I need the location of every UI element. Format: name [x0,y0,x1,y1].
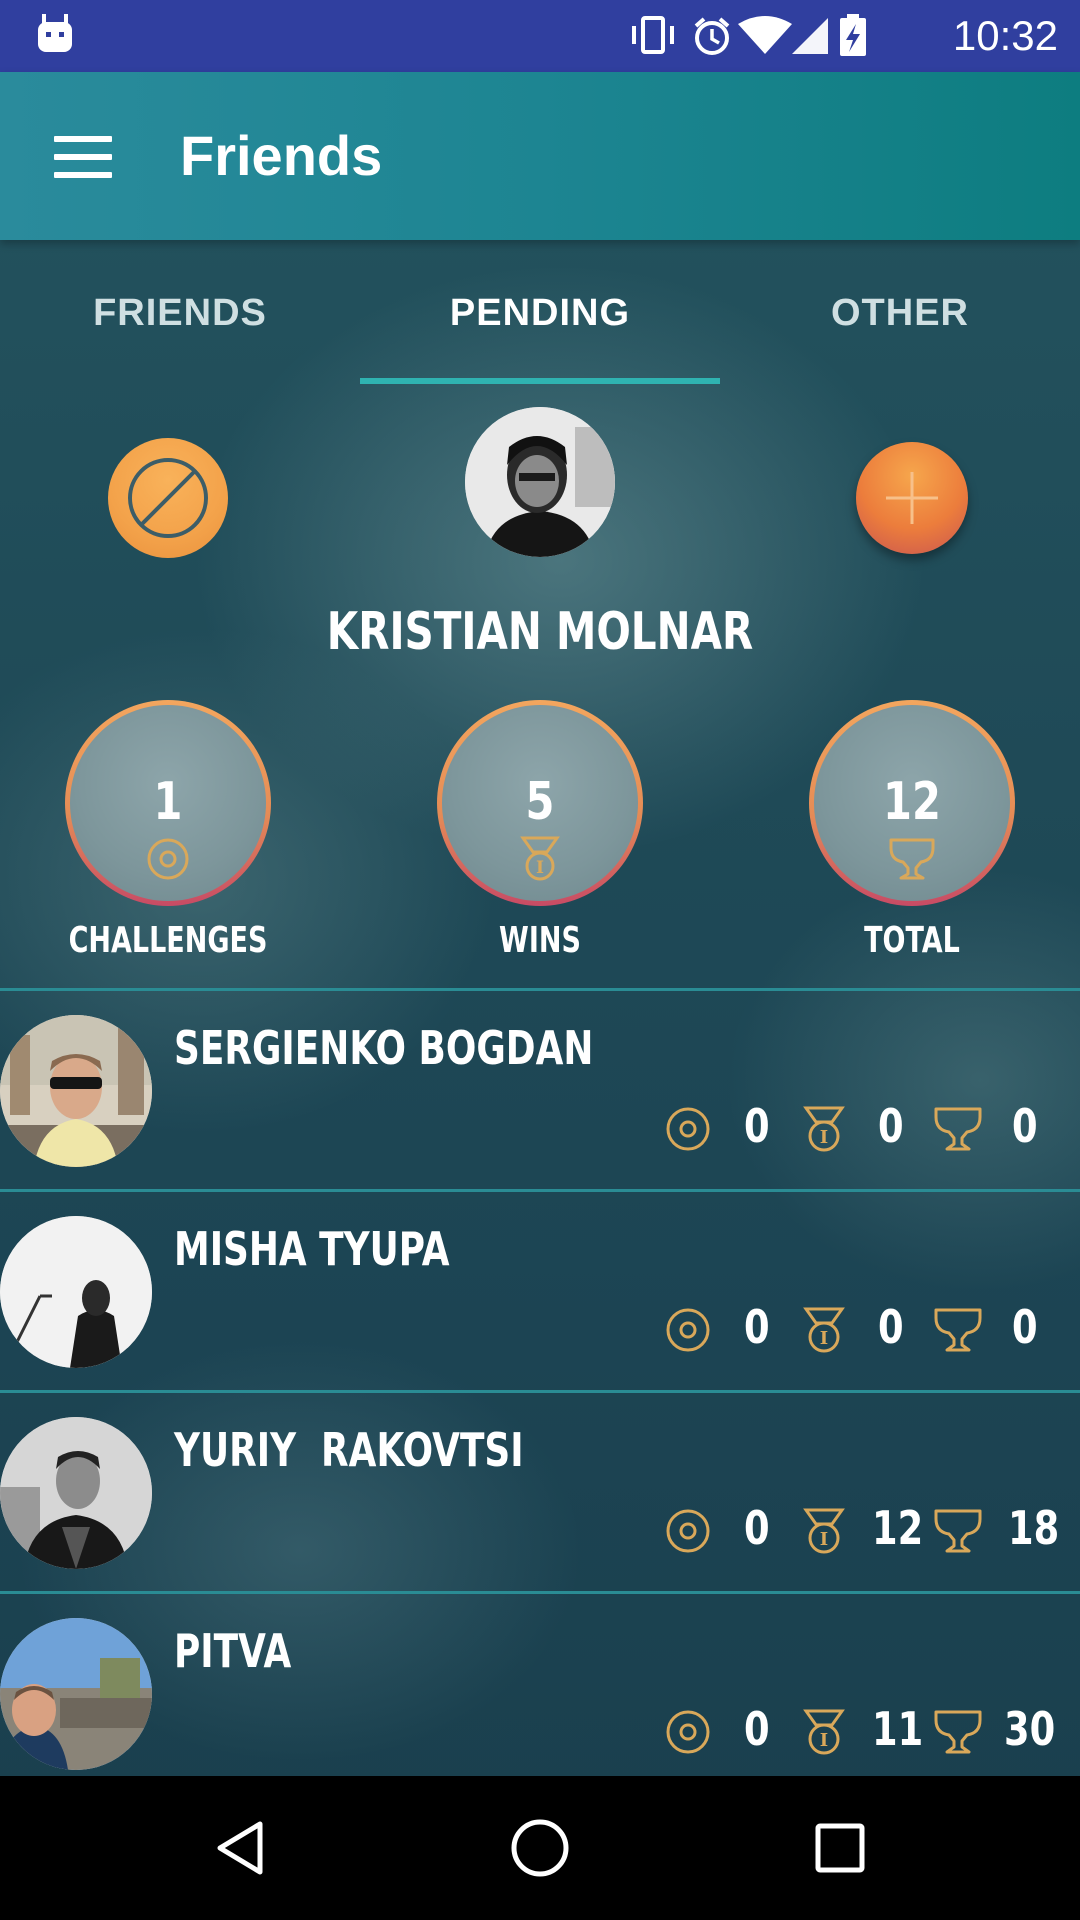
friend-total: 0 [1012,1099,1038,1153]
trophy-icon [934,1710,982,1754]
system-status-icons [632,14,866,56]
friend-wins: 0 [878,1300,904,1354]
stat-total-label: TOTAL [864,920,960,961]
target-icon [147,838,189,880]
android-icon [38,14,72,52]
trophy-icon [889,838,935,880]
friend-total: 30 [1004,1702,1056,1756]
navigation-bar [0,1776,1080,1920]
stat-wins-value: 5 [525,772,555,832]
medal-icon: I [520,836,560,881]
friend-row[interactable]: YURIY RAKOVTSI 0 I 12 18 [0,1390,1080,1593]
target-icon [666,1710,710,1754]
trophy-icon [934,1509,982,1553]
medal-icon: I [803,1709,845,1755]
svg-text:I: I [820,1529,828,1550]
friend-stats: 0 I 12 18 [0,1493,1080,1573]
tab-pending[interactable]: PENDING [360,292,720,335]
trophy-icon [934,1308,982,1352]
friend-row[interactable]: SERGIENKO BOGDAN 0 I 0 0 [0,988,1080,1191]
block-icon [128,458,208,538]
svg-text:I: I [536,858,544,878]
friend-name: MISHA TYUPA [174,1222,450,1276]
friend-total: 0 [1012,1300,1038,1354]
medal-icon: I [803,1508,845,1554]
block-button[interactable] [108,438,228,558]
profile-avatar [465,407,615,557]
profile-photo [465,407,615,557]
stat-challenges-value: 1 [153,772,183,832]
tab-friends[interactable]: FRIENDS [0,292,360,335]
friend-row[interactable]: MISHA TYUPA 0 I 0 0 [0,1189,1080,1392]
vibrate-icon [632,16,674,54]
medal-icon: I [803,1307,845,1353]
back-icon[interactable] [208,1816,272,1880]
hamburger-menu-icon[interactable] [54,136,112,178]
target-icon [666,1509,710,1553]
stat-challenges: 1 [65,700,271,906]
friend-name: YURIY RAKOVTSI [174,1423,524,1477]
friend-stats: 0 I 0 0 [0,1292,1080,1372]
friend-stats: 0 I 11 30 [0,1694,1080,1774]
stat-total-value: 12 [883,772,941,832]
stat-wins: 5 I [437,700,643,906]
friend-wins: 0 [878,1099,904,1153]
tab-bar: FRIENDS PENDING OTHER [0,240,1080,386]
friend-wins: 11 [872,1702,924,1756]
medal-icon: I [803,1106,845,1152]
add-friend-button[interactable] [856,442,968,554]
stat-challenges-label: CHALLENGES [68,920,268,961]
tab-indicator [360,378,720,384]
home-icon[interactable] [508,1816,572,1880]
tab-other[interactable]: OTHER [720,292,1080,335]
wifi-icon [738,16,792,54]
friend-challenges: 0 [744,1099,770,1153]
page-title: Friends [180,124,383,187]
trophy-icon [934,1107,982,1151]
svg-text:I: I [820,1730,828,1751]
app-bar: Friends [0,72,1080,240]
plus-icon [886,472,938,524]
target-icon [666,1107,710,1151]
friend-stats: 0 I 0 0 [0,1091,1080,1171]
profile-name: KRISTIAN MOLNAR [326,602,754,662]
recents-icon[interactable] [808,1816,872,1880]
friend-name: PITVA [174,1624,292,1678]
target-icon [666,1308,710,1352]
friend-row[interactable]: PITVA 0 I 11 30 [0,1591,1080,1776]
stat-wins-label: WINS [499,920,581,961]
friend-list: SERGIENKO BOGDAN 0 I 0 0 MISHA TYUPA 0 I… [0,988,1080,1776]
friend-total: 18 [1008,1501,1060,1555]
alarm-icon [694,17,730,55]
friend-challenges: 0 [744,1300,770,1354]
status-time: 10:32 [952,12,1058,59]
friend-challenges: 0 [744,1501,770,1555]
friend-name: SERGIENKO BOGDAN [174,1021,594,1075]
svg-text:I: I [820,1328,828,1349]
status-bar: 10:32 [0,0,1080,72]
signal-icon [792,18,828,54]
stat-total: 12 [809,700,1015,906]
battery-charging-icon [840,14,866,56]
svg-text:I: I [820,1127,828,1148]
friend-challenges: 0 [744,1702,770,1756]
friend-wins: 12 [872,1501,924,1555]
